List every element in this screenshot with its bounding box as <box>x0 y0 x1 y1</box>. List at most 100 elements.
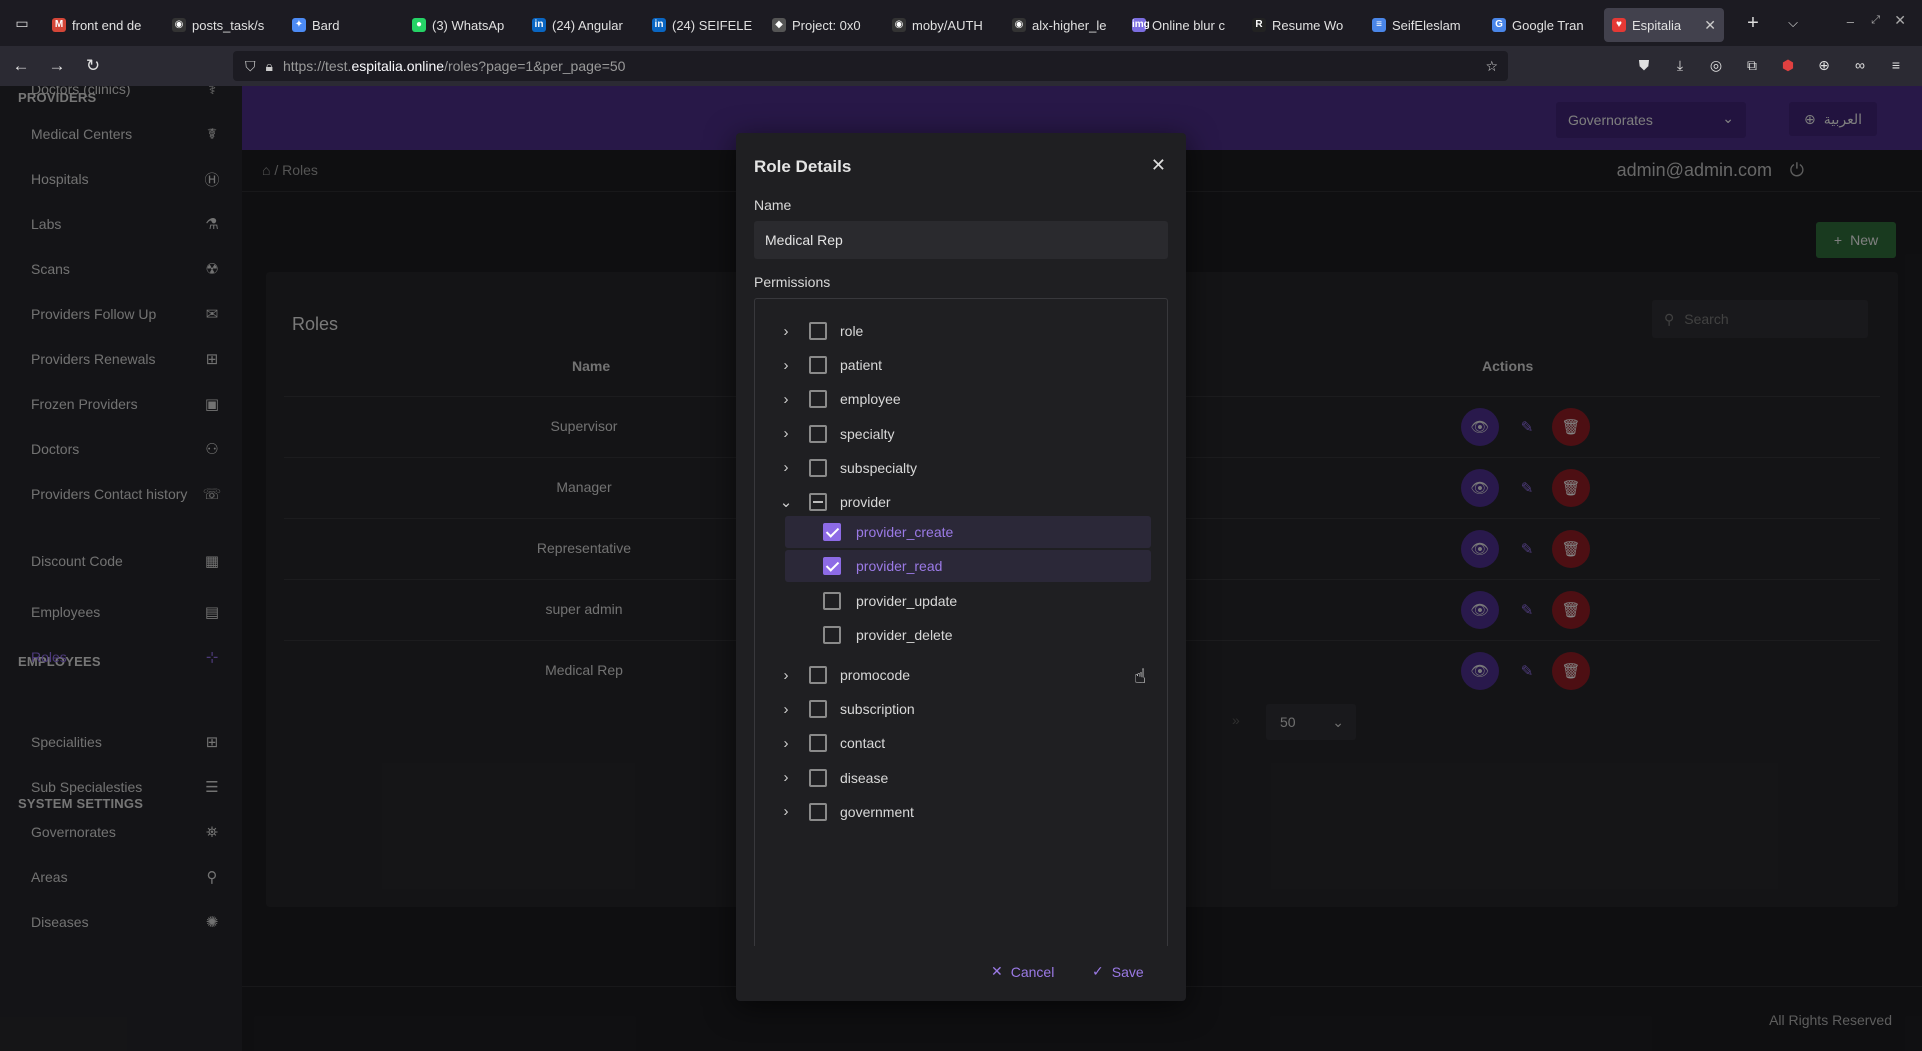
tab-favicon-icon: ◉ <box>172 18 186 32</box>
permission-group-label: role <box>840 323 864 339</box>
list-tabs-icon[interactable]: ⌵ <box>1778 15 1808 31</box>
tab-overview-icon[interactable]: ▭ <box>0 6 44 40</box>
permission-checkbox[interactable] <box>823 523 841 542</box>
permission-group-checkbox[interactable] <box>809 666 827 684</box>
url-host: espitalia.online <box>351 58 445 74</box>
tab-label: posts_task/s <box>192 17 265 33</box>
tab-favicon-icon: ✦ <box>292 18 306 32</box>
browser-tab[interactable]: ◉ moby/AUTH <box>884 8 1004 42</box>
maximize-icon[interactable]: ⤢ <box>1871 14 1880 27</box>
permission-label: provider_delete <box>856 626 953 643</box>
browser-tab[interactable]: ≡ SeifEleslam <box>1364 8 1484 42</box>
chevron-right-icon[interactable]: › <box>779 769 793 786</box>
tab-label: Espitalia <box>1632 17 1682 33</box>
permission-group-checkbox[interactable] <box>809 356 827 375</box>
browser-tab[interactable]: ● (3) WhatsAp <box>404 8 524 42</box>
extension-glasses-icon[interactable]: ∞ <box>1850 55 1870 75</box>
bookmark-star-icon[interactable]: ☆ <box>1485 58 1498 75</box>
permission-group-checkbox[interactable] <box>809 802 827 821</box>
browser-nav-bar: ← → ↻ ⛉ 🔒︎ https://test. espitalia.online… <box>0 46 1922 86</box>
tab-favicon-icon: in <box>652 18 666 32</box>
tab-label: front end de <box>72 17 142 33</box>
permission-checkbox[interactable] <box>823 625 841 644</box>
tab-favicon-icon: img <box>1132 18 1150 32</box>
browser-tab[interactable]: in (24) Angular <box>524 8 644 42</box>
permission-group-label: promocode <box>840 667 911 683</box>
tab-favicon-icon: ● <box>412 18 426 32</box>
permission-checkbox[interactable] <box>823 557 841 576</box>
chevron-right-icon[interactable]: › <box>779 701 793 718</box>
url-bar[interactable]: ⛉ 🔒︎ https://test. espitalia.online/roles… <box>233 51 1508 81</box>
account-icon[interactable]: ◎ <box>1706 55 1726 75</box>
chevron-right-icon[interactable]: › <box>779 735 793 752</box>
new-tab-icon[interactable]: + <box>1738 12 1768 35</box>
permission-item-provider_update[interactable]: provider_update <box>785 585 1151 617</box>
permission-group-checkbox[interactable] <box>809 493 827 511</box>
back-icon[interactable]: ← <box>6 51 36 81</box>
tab-label: Resume Wo <box>1272 17 1344 33</box>
check-icon: ✓ <box>1092 963 1104 979</box>
permission-group-checkbox[interactable] <box>809 322 827 340</box>
chevron-right-icon[interactable]: › <box>779 425 793 442</box>
chevron-down-icon[interactable]: ⌄ <box>779 493 793 511</box>
browser-tab[interactable]: G Google Tran <box>1484 8 1604 42</box>
pocket-icon[interactable]: ⛊ <box>1634 55 1654 75</box>
save-button[interactable]: ✓ Save <box>1092 963 1144 980</box>
permission-group-checkbox[interactable] <box>809 424 827 443</box>
extensions-icon[interactable]: ⧉ <box>1742 55 1762 75</box>
browser-tab[interactable]: ♥ Espitalia ✕ <box>1604 8 1724 42</box>
permission-item-provider_delete[interactable]: provider_delete <box>785 619 1151 651</box>
chevron-right-icon[interactable]: › <box>779 667 793 684</box>
permission-group-label: disease <box>840 769 889 786</box>
download-icon[interactable]: ⤓ <box>1670 55 1690 75</box>
permission-item-provider_read[interactable]: provider_read <box>785 550 1151 583</box>
reload-icon[interactable]: ↻ <box>78 51 108 81</box>
permission-group-checkbox[interactable] <box>809 390 827 409</box>
browser-tab[interactable]: ✦ Bard <box>284 8 404 42</box>
translate-icon[interactable]: ⊕ <box>1814 55 1834 75</box>
browser-tab[interactable]: ◆ Project: 0x0 <box>764 8 884 42</box>
browser-tab[interactable]: ◉ alx-higher_le <box>1004 8 1124 42</box>
minimize-icon[interactable]: – <box>1847 14 1854 29</box>
tab-favicon-icon: ◉ <box>1012 18 1026 32</box>
cancel-button[interactable]: ✕ Cancel <box>991 963 1054 980</box>
chevron-right-icon[interactable]: › <box>779 391 793 408</box>
permission-group-checkbox[interactable] <box>809 458 827 477</box>
permission-group-checkbox[interactable] <box>809 700 827 719</box>
url-prefix: https://test. <box>282 58 352 74</box>
browser-tab[interactable]: img Online blur c <box>1124 8 1244 42</box>
tab-favicon-icon: ◉ <box>892 18 906 32</box>
tab-favicon-icon: R <box>1252 18 1266 32</box>
browser-tab[interactable]: in (24) SEIFELE <box>644 8 764 42</box>
forward-icon[interactable]: → <box>42 51 72 81</box>
ublock-icon[interactable]: ⬢ <box>1778 55 1798 75</box>
permission-item-provider_create[interactable]: provider_create <box>785 516 1151 549</box>
close-icon[interactable]: ✕ <box>1151 155 1166 176</box>
permission-checkbox[interactable] <box>823 591 841 610</box>
tab-favicon-icon: M <box>52 18 66 32</box>
permission-group-label: employee <box>840 391 901 408</box>
browser-tab[interactable]: R Resume Wo <box>1244 8 1364 42</box>
permission-group-label: subspecialty <box>840 459 918 476</box>
permission-group-checkbox[interactable] <box>809 768 827 787</box>
role-name-input[interactable] <box>754 221 1168 259</box>
tab-label: (24) Angular <box>552 17 623 33</box>
permission-group-checkbox[interactable] <box>809 734 827 753</box>
permission-group-label: contact <box>840 735 886 752</box>
browser-tab[interactable]: ◉ posts_task/s <box>164 8 284 42</box>
chevron-right-icon[interactable]: › <box>779 459 793 476</box>
tab-favicon-icon: ◆ <box>772 18 786 32</box>
tab-list: Mfront end de ◉ posts_task/s ✦ Bard ● (3) What… <box>44 4 1724 42</box>
tab-label: moby/AUTH <box>912 17 983 33</box>
browser-tab[interactable]: Mfront end de <box>44 8 164 42</box>
permission-group-government[interactable]: › government <box>755 792 1167 832</box>
chevron-right-icon[interactable]: › <box>779 803 793 820</box>
menu-icon[interactable]: ≡ <box>1886 55 1906 75</box>
window-close-icon[interactable]: ✕ <box>1894 12 1906 29</box>
permission-group-label: specialty <box>840 425 895 442</box>
chevron-right-icon[interactable]: › <box>779 357 793 374</box>
tab-favicon-icon: ♥ <box>1612 18 1626 32</box>
save-label: Save <box>1111 963 1144 980</box>
chevron-right-icon[interactable]: › <box>779 323 793 340</box>
tab-close-icon[interactable]: ✕ <box>1704 17 1716 34</box>
